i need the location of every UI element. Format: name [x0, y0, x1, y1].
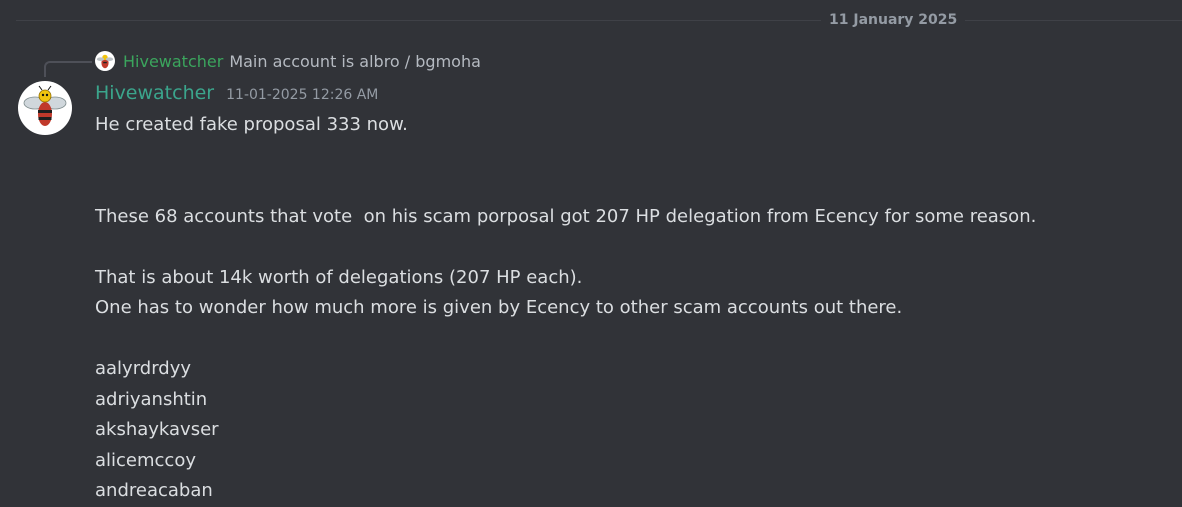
- reply-preview[interactable]: Hivewatcher Main account is albro / bgmo…: [95, 50, 481, 72]
- reply-connector-line: [44, 61, 92, 77]
- message-line: [95, 141, 1165, 172]
- date-divider-label: 11 January 2025: [821, 11, 966, 29]
- account-list-item: alicemccoy: [95, 449, 196, 471]
- account-list-item: andreacaban: [95, 480, 213, 501]
- message-line: He created fake proposal 333 now.: [95, 114, 408, 135]
- message-timestamp[interactable]: 11-01-2025 12:26 AM: [226, 87, 378, 103]
- author-name[interactable]: Hivewatcher: [95, 82, 214, 104]
- hornet-mascot-icon[interactable]: [95, 51, 115, 71]
- message-content: He created fake proposal 333 now. These …: [95, 110, 1165, 507]
- message-line: These 68 accounts that vote on his scam …: [95, 205, 1037, 227]
- reply-author-name[interactable]: Hivewatcher: [123, 52, 223, 71]
- reply-text[interactable]: Main account is albro / bgmoha: [229, 52, 481, 71]
- message-line: [95, 171, 1165, 202]
- message-line: That is about 14k worth of delegations (…: [95, 266, 583, 288]
- message-line: One has to wonder how much more is given…: [95, 297, 903, 318]
- date-divider-line: [16, 20, 1182, 21]
- message-line: [95, 232, 1165, 263]
- message-line: [95, 324, 1165, 355]
- hornet-mascot-icon: [23, 85, 67, 126]
- account-list-item: akshaykavser: [95, 419, 219, 440]
- account-list-item: adriyanshtin: [95, 388, 208, 410]
- account-list-item: aalyrdrdyy: [95, 358, 192, 379]
- message-header: Hivewatcher 11-01-2025 12:26 AM: [95, 82, 378, 104]
- author-avatar[interactable]: [18, 81, 72, 135]
